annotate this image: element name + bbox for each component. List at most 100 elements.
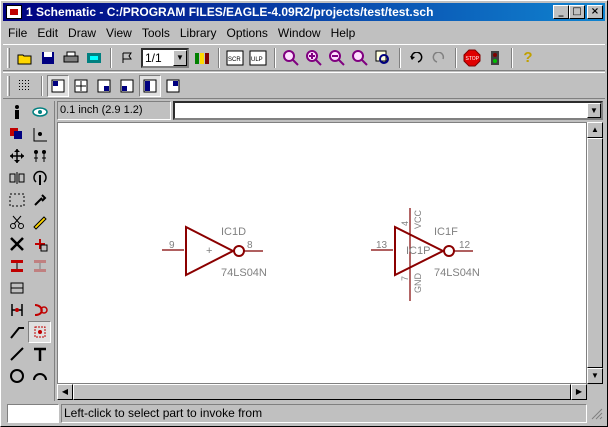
ulp-icon[interactable]: ULP bbox=[247, 47, 269, 69]
coordinate-bar: 0.1 inch (2.9 1.2) ▼ bbox=[57, 101, 603, 120]
paste-icon[interactable] bbox=[28, 211, 51, 233]
chevron-down-icon[interactable]: ▼ bbox=[173, 49, 187, 66]
part-ic1f[interactable]: 13 12 IC1P IC1F 74LS04N 4 VCC 7 GND bbox=[371, 208, 480, 301]
arc-icon[interactable] bbox=[28, 365, 51, 387]
wire-bend-1-icon[interactable] bbox=[70, 75, 92, 97]
zoom-in-icon[interactable] bbox=[303, 47, 325, 69]
group-icon[interactable] bbox=[5, 189, 28, 211]
pin-in-label: 9 bbox=[169, 240, 175, 251]
display-icon[interactable] bbox=[5, 123, 28, 145]
toolbar-separator bbox=[41, 75, 43, 96]
horizontal-scrollbar[interactable]: ◀ ▶ bbox=[57, 384, 587, 400]
menu-help[interactable]: Help bbox=[326, 26, 361, 40]
scroll-right-icon[interactable]: ▶ bbox=[571, 384, 587, 400]
part-ic1d[interactable]: + 9 8 IC1D 74LS04N bbox=[162, 225, 267, 279]
menu-bar: File Edit Draw View Tools Library Option… bbox=[3, 23, 605, 42]
chevron-down-icon[interactable]: ▼ bbox=[587, 103, 601, 118]
undo-icon[interactable] bbox=[405, 47, 427, 69]
invoke-icon[interactable] bbox=[28, 299, 51, 321]
app-icon[interactable] bbox=[6, 5, 22, 19]
blank-icon bbox=[28, 277, 51, 299]
toolbar-grip[interactable] bbox=[7, 47, 10, 68]
invoke-active-icon[interactable] bbox=[28, 321, 51, 343]
menu-window[interactable]: Window bbox=[273, 26, 326, 40]
script-icon[interactable]: SCR bbox=[224, 47, 246, 69]
scroll-left-icon[interactable]: ◀ bbox=[57, 384, 73, 400]
gateswap-icon[interactable] bbox=[28, 255, 51, 277]
save-icon[interactable] bbox=[37, 47, 59, 69]
stop-icon[interactable]: STOP bbox=[461, 47, 483, 69]
open-icon[interactable] bbox=[14, 47, 36, 69]
maximize-button[interactable]: □ bbox=[569, 5, 585, 19]
toolbar-grip[interactable] bbox=[7, 75, 10, 96]
show-icon[interactable] bbox=[28, 101, 51, 123]
scroll-down-icon[interactable]: ▼ bbox=[587, 368, 603, 384]
change-icon[interactable] bbox=[28, 189, 51, 211]
menu-file[interactable]: File bbox=[3, 26, 32, 40]
cut-icon[interactable] bbox=[5, 211, 28, 233]
vertical-scroll-thumb[interactable] bbox=[587, 138, 603, 368]
close-button[interactable]: × bbox=[587, 5, 603, 19]
menu-tools[interactable]: Tools bbox=[137, 26, 175, 40]
command-line[interactable]: ▼ bbox=[173, 101, 603, 120]
library-icon[interactable] bbox=[191, 47, 213, 69]
copy-icon[interactable] bbox=[28, 145, 51, 167]
mirror-icon[interactable] bbox=[5, 167, 28, 189]
wire-bend-2-icon[interactable] bbox=[93, 75, 115, 97]
menu-options[interactable]: Options bbox=[222, 26, 273, 40]
redo-icon[interactable] bbox=[428, 47, 450, 69]
title-bar[interactable]: 1 Schematic - C:/PROGRAM FILES/EAGLE-4.0… bbox=[3, 3, 605, 21]
cam-icon[interactable] bbox=[83, 47, 105, 69]
print-icon[interactable] bbox=[60, 47, 82, 69]
go-icon[interactable] bbox=[484, 47, 506, 69]
horizontal-scroll-thumb[interactable] bbox=[73, 384, 571, 400]
wire-bend-4-icon[interactable] bbox=[139, 74, 161, 97]
scroll-up-icon[interactable]: ▲ bbox=[587, 122, 603, 138]
menu-library[interactable]: Library bbox=[175, 26, 222, 40]
vcc-label: VCC bbox=[413, 209, 423, 229]
info-icon[interactable] bbox=[5, 101, 28, 123]
toolbar-separator bbox=[511, 47, 513, 68]
sheet-value: 1/1 bbox=[145, 50, 162, 65]
part-value: 74LS04N bbox=[434, 267, 480, 279]
sheet-icon[interactable] bbox=[116, 47, 138, 69]
minimize-button[interactable]: _ bbox=[553, 5, 569, 19]
zoom-out-icon[interactable] bbox=[326, 47, 348, 69]
circle-icon[interactable] bbox=[5, 365, 28, 387]
app-window: 1 Schematic - C:/PROGRAM FILES/EAGLE-4.0… bbox=[0, 0, 608, 427]
zoom-fit-icon[interactable] bbox=[280, 47, 302, 69]
delete-icon[interactable] bbox=[5, 233, 28, 255]
sheet-select[interactable]: 1/1 ▼ bbox=[141, 47, 189, 68]
pinswap-icon[interactable] bbox=[5, 255, 28, 277]
add-icon[interactable] bbox=[28, 233, 51, 255]
schematic-canvas[interactable]: + 9 8 IC1D 74LS04N 13 12 IC1P IC1F 74LS0… bbox=[57, 122, 587, 384]
help-icon[interactable]: ? bbox=[517, 47, 539, 69]
window-title: 1 Schematic - C:/PROGRAM FILES/EAGLE-4.0… bbox=[26, 5, 434, 19]
wire-bend-0-icon[interactable] bbox=[47, 74, 69, 97]
overlap-label: IC1P bbox=[406, 245, 430, 257]
grid-coordinates: 0.1 inch (2.9 1.2) bbox=[57, 101, 171, 120]
menu-view[interactable]: View bbox=[101, 26, 137, 40]
zoom-select-icon[interactable] bbox=[372, 47, 394, 69]
status-message: Left-click to select part to invoke from bbox=[61, 403, 587, 423]
replace-icon[interactable] bbox=[5, 277, 28, 299]
plus-sign: + bbox=[206, 245, 212, 257]
part-name: IC1F bbox=[434, 226, 458, 238]
split-icon[interactable] bbox=[5, 299, 28, 321]
wire-bend-5-icon[interactable] bbox=[162, 75, 184, 97]
menu-draw[interactable]: Draw bbox=[63, 26, 101, 40]
zoom-redraw-icon[interactable] bbox=[349, 47, 371, 69]
grid-icon[interactable] bbox=[14, 75, 36, 97]
text-icon[interactable] bbox=[28, 343, 51, 365]
menu-edit[interactable]: Edit bbox=[32, 26, 63, 40]
wire-icon[interactable] bbox=[5, 321, 28, 343]
line-icon[interactable] bbox=[5, 343, 28, 365]
wire-bend-3-icon[interactable] bbox=[116, 75, 138, 97]
resize-grip-icon[interactable] bbox=[589, 406, 603, 420]
rotate-icon[interactable] bbox=[28, 167, 51, 189]
command-input[interactable] bbox=[175, 103, 559, 117]
move-icon[interactable] bbox=[5, 145, 28, 167]
mark-icon[interactable] bbox=[28, 123, 51, 145]
toolbar-separator bbox=[455, 47, 457, 68]
vertical-scrollbar[interactable]: ▲ ▼ bbox=[587, 122, 603, 384]
